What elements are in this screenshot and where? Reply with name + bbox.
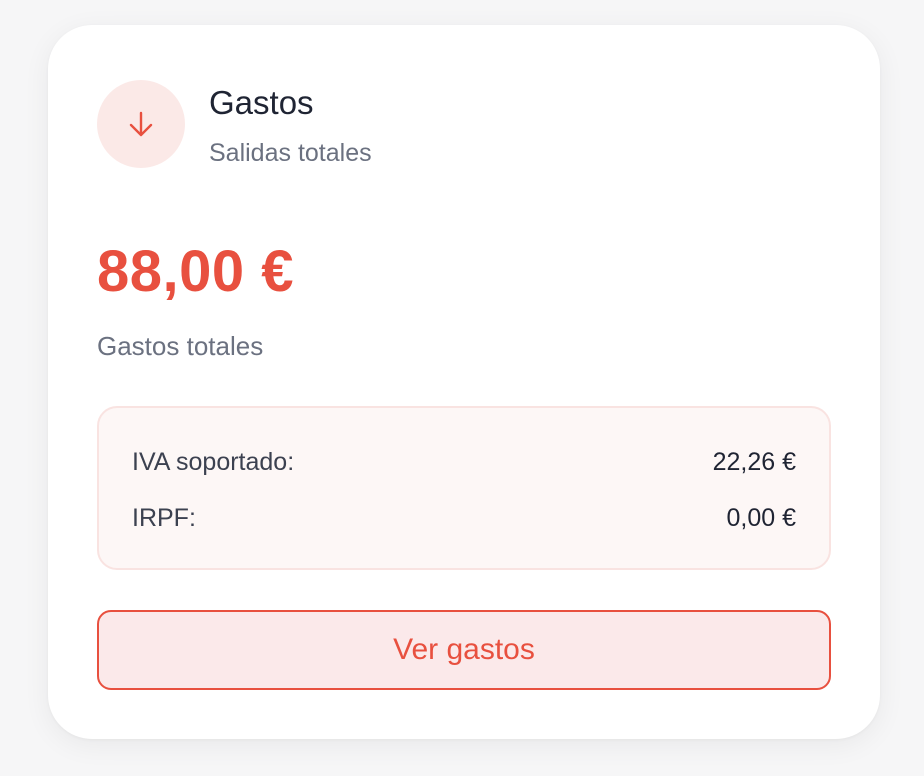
breakdown-label: IVA soportado: (132, 448, 295, 476)
breakdown-row-iva: IVA soportado: 22,26 € (132, 450, 796, 475)
total-amount-label: Gastos totales (97, 331, 264, 361)
header-titles: Gastos Salidas totales (209, 80, 372, 166)
view-expenses-button[interactable]: Ver gastos (97, 610, 831, 690)
expenses-card: Gastos Salidas totales 88,00 € Gastos to… (48, 25, 880, 739)
total-amount: 88,00 € (97, 239, 295, 304)
arrow-down-icon (97, 80, 185, 168)
card-subtitle: Salidas totales (209, 139, 372, 167)
breakdown-value: 0,00 € (726, 504, 796, 532)
card-header: Gastos Salidas totales (97, 80, 372, 168)
breakdown-value: 22,26 € (712, 448, 796, 476)
tax-breakdown: IVA soportado: 22,26 € IRPF: 0,00 € (97, 406, 831, 570)
breakdown-label: IRPF: (132, 504, 196, 532)
card-title: Gastos (209, 84, 314, 121)
breakdown-row-irpf: IRPF: 0,00 € (132, 506, 796, 531)
